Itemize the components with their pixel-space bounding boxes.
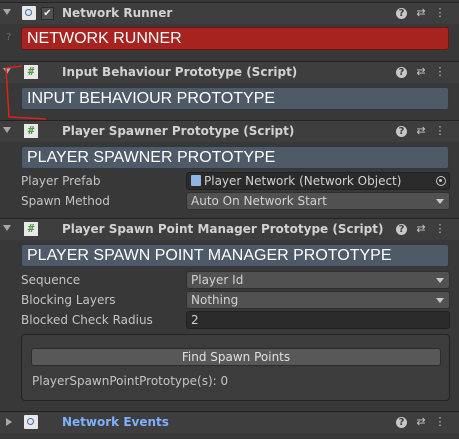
blocking-layers-value: Nothing [191,293,239,307]
spawn-points-box: Find Spawn Points PlayerSpawnPointProtot… [21,334,450,401]
blocking-layers-label: Blocking Layers [21,293,116,307]
help-icon[interactable]: ? [396,8,407,19]
network-runner-banner: NETWORK RUNNER [21,27,449,50]
input-behaviour-banner: INPUT BEHAVIOUR PROTOTYPE [21,87,449,110]
spawn-point-manager-title: Player Spawn Point Manager Prototype (Sc… [62,222,384,236]
input-behaviour-title: Input Behaviour Prototype (Script) [62,65,298,79]
hint-icon: ? [6,32,12,43]
chevron-down-icon [436,199,444,204]
help-icon[interactable]: ? [396,67,407,78]
network-runner-title: Network Runner [62,6,173,20]
object-picker-icon[interactable] [436,176,446,186]
blocking-layers-dropdown[interactable]: Nothing [186,291,450,309]
presets-icon[interactable]: ⇄ [414,415,428,429]
red-annotation-stroke [5,65,47,120]
presets-icon[interactable]: ⇄ [414,222,428,236]
help-icon[interactable]: ? [396,417,407,428]
foldout-arrow-icon[interactable] [3,127,11,133]
network-runner-icon [22,6,36,20]
sequence-value: Player Id [191,273,244,287]
sequence-dropdown[interactable]: Player Id [186,271,450,289]
context-menu-icon[interactable]: ⋮ [433,415,447,429]
spawn-method-value: Auto On Network Start [191,194,327,208]
foldout-arrow-icon[interactable] [3,9,11,15]
blocked-check-radius-input[interactable]: 2 [186,311,450,329]
network-events-title: Network Events [62,415,169,429]
player-prefab-field[interactable]: Player Network (Network Object) [186,172,450,190]
help-icon[interactable]: ? [396,224,407,235]
help-icon[interactable]: ? [396,126,407,137]
context-menu-icon[interactable]: ⋮ [433,222,447,236]
network-object-icon [191,175,201,186]
context-menu-icon[interactable]: ⋮ [433,124,447,138]
network-events-icon [24,415,38,429]
player-prefab-value: Player Network (Network Object) [204,174,402,188]
sequence-label: Sequence [21,273,81,287]
presets-icon[interactable]: ⇄ [414,124,428,138]
script-hash-icon: # [24,124,38,138]
spawn-point-manager-header[interactable]: # Player Spawn Point Manager Prototype (… [0,218,459,240]
player-prefab-label: Player Prefab [21,174,101,188]
blocked-check-radius-label: Blocked Check Radius [21,313,153,327]
script-hash-icon: # [24,222,38,236]
spawn-point-manager-banner: PLAYER SPAWN POINT MANAGER PROTOTYPE [21,244,449,267]
input-behaviour-header[interactable]: # Input Behaviour Prototype (Script) ? ⇄… [0,61,459,83]
spawn-point-count: PlayerSpawnPointPrototype(s): 0 [32,374,229,388]
network-runner-header[interactable]: ✔ Network Runner ? ⇄ ⋮ [0,2,459,24]
find-spawn-points-button[interactable]: Find Spawn Points [31,348,441,366]
context-menu-icon[interactable]: ⋮ [433,6,447,20]
context-menu-icon[interactable]: ⋮ [433,65,447,79]
player-spawner-header[interactable]: # Player Spawner Prototype (Script) ? ⇄ … [0,120,459,142]
foldout-arrow-icon[interactable] [3,225,11,231]
network-events-header[interactable]: Network Events ? ⇄ ⋮ [0,411,459,433]
foldout-arrow-icon[interactable] [6,418,12,426]
network-runner-enabled-checkbox[interactable]: ✔ [41,7,54,20]
chevron-down-icon [436,298,444,303]
player-spawner-title: Player Spawner Prototype (Script) [62,124,295,138]
presets-icon[interactable]: ⇄ [414,65,428,79]
spawn-method-label: Spawn Method [21,194,110,208]
spawn-method-dropdown[interactable]: Auto On Network Start [186,192,450,210]
player-spawner-banner: PLAYER SPAWNER PROTOTYPE [21,146,449,169]
chevron-down-icon [436,278,444,283]
presets-icon[interactable]: ⇄ [414,6,428,20]
